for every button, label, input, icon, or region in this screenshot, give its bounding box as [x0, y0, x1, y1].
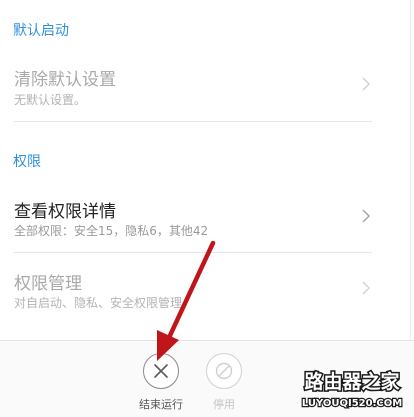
force-stop-circle [143, 353, 179, 389]
force-stop-label: 结束运行 [139, 398, 183, 411]
block-icon [215, 362, 233, 380]
chevron-right-icon [362, 77, 371, 91]
section-header-default-launch: 默认启动 [13, 23, 69, 39]
clear-defaults-subtitle: 无默认设置。 [14, 93, 87, 107]
clear-defaults-title: 清除默认设置 [14, 70, 116, 90]
watermark-domain: LUYOUQI520.COM [302, 398, 402, 409]
chevron-right-icon [362, 281, 371, 295]
chevron-right-icon [362, 209, 371, 223]
watermark-logo: 路由器之家 LUYOUQI520.COM [301, 369, 404, 411]
watermark-logo-text: 路由器之家 [304, 370, 400, 393]
view-permissions-subtitle: 全部权限：安全15，隐私6，其他42 [14, 224, 209, 238]
site-watermark: 路由器之家 LUYOUQI520.COM [296, 367, 408, 413]
force-stop-button[interactable]: 结束运行 [131, 353, 191, 412]
manage-permissions-row[interactable]: 权限管理 对自启动、隐私、安全权限管理 [0, 266, 414, 324]
divider [14, 121, 372, 122]
view-permissions-row[interactable]: 查看权限详情 全部权限：安全15，隐私6，其他42 [0, 195, 414, 251]
disable-circle [206, 353, 242, 389]
manage-permissions-title: 权限管理 [14, 274, 82, 294]
close-icon [154, 364, 168, 378]
app-info-screen: 默认启动 清除默认设置 无默认设置。 权限 查看权限详情 全部权限：安全15，隐… [0, 0, 414, 417]
disable-label: 停用 [213, 398, 235, 411]
disable-button[interactable]: 停用 [194, 353, 254, 412]
clear-defaults-row[interactable]: 清除默认设置 无默认设置。 [0, 62, 414, 120]
manage-permissions-subtitle: 对自启动、隐私、安全权限管理 [14, 296, 183, 310]
divider [14, 252, 372, 253]
section-header-permissions: 权限 [13, 154, 41, 170]
view-permissions-title: 查看权限详情 [14, 202, 116, 222]
